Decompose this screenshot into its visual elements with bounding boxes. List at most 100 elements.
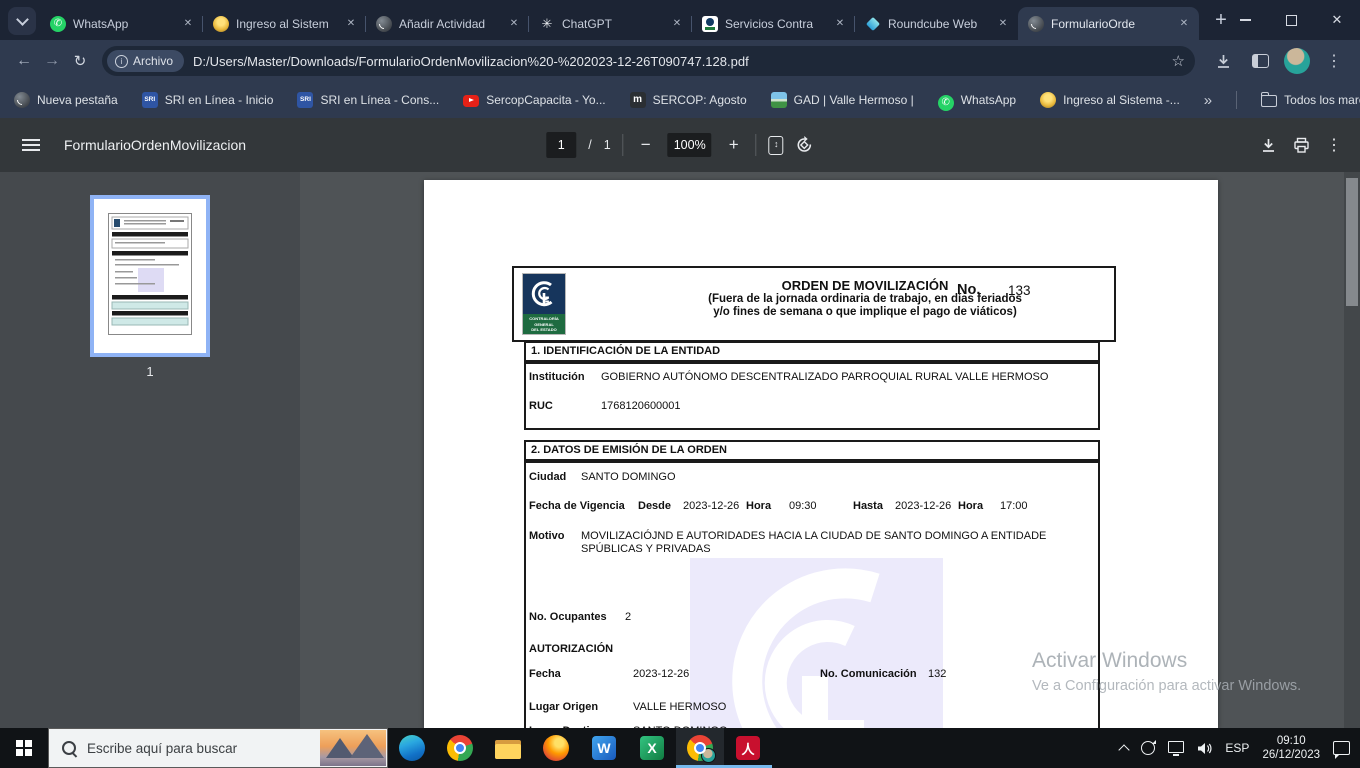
- close-icon[interactable]: ✕: [832, 16, 848, 32]
- youtube-icon: [463, 95, 480, 107]
- field-ciudad: Ciudad SANTO DOMINGO: [529, 471, 676, 483]
- restore-icon: [1285, 11, 1300, 26]
- taskbar-clock[interactable]: 09:10 26/12/2023: [1262, 734, 1320, 762]
- sri-icon: SRI: [141, 92, 158, 108]
- taskbar-edge[interactable]: [388, 728, 436, 768]
- divider: [755, 134, 757, 156]
- taskbar-chrome-active[interactable]: [676, 728, 724, 768]
- browser-menu-button[interactable]: ⋮: [1320, 47, 1348, 75]
- vertical-scrollbar[interactable]: [1344, 172, 1360, 728]
- document-title: ORDEN DE MOVILIZACIÓN: [781, 278, 949, 293]
- bookmark-gad-valle-hermoso[interactable]: GAD | Valle Hermoso |: [770, 92, 914, 108]
- sync-tray-icon[interactable]: [1141, 740, 1157, 755]
- downloads-button[interactable]: [1209, 47, 1237, 75]
- menu-icon[interactable]: [22, 139, 40, 141]
- start-button[interactable]: [0, 728, 48, 768]
- all-bookmarks-button[interactable]: Todos los marcadores: [1261, 92, 1360, 107]
- back-button[interactable]: ←: [10, 47, 38, 75]
- close-icon[interactable]: ✕: [343, 16, 359, 32]
- close-icon[interactable]: ✕: [669, 16, 685, 32]
- download-icon: [1217, 54, 1229, 68]
- document-number-label: No.: [957, 282, 981, 298]
- tab-search-button[interactable]: [8, 7, 36, 35]
- close-window-button[interactable]: ✕: [1314, 0, 1360, 40]
- address-bar[interactable]: i Archivo D:/Users/Master/Downloads/Form…: [102, 46, 1195, 76]
- reload-button[interactable]: ↻: [66, 47, 94, 75]
- search-icon: [62, 741, 76, 755]
- chrome-icon: [447, 735, 473, 761]
- profile-avatar[interactable]: [1283, 47, 1311, 75]
- tab-anadir-actividad[interactable]: Añadir Actividad ✕: [365, 7, 529, 40]
- bookmark-sri-inicio[interactable]: SRI SRI en Línea - Inicio: [141, 92, 273, 108]
- firefox-icon: [543, 735, 569, 761]
- cge-logo-text: CONTRALORÍA GENERAL DEL ESTADO: [523, 314, 565, 334]
- zoom-in-button[interactable]: +: [724, 135, 744, 155]
- bookmark-nueva-pestana[interactable]: Nueva pestaña: [14, 92, 118, 108]
- document-title-block: ORDEN DE MOVILIZACIÓN (Fuera de la jorna…: [625, 278, 1105, 319]
- forward-button[interactable]: →: [38, 47, 66, 75]
- close-icon[interactable]: ✕: [1176, 16, 1192, 32]
- taskbar-search-input[interactable]: [85, 739, 299, 757]
- network-icon[interactable]: [1168, 741, 1185, 756]
- tabs-container: ✆ WhatsApp ✕ Ingreso al Sistem ✕ Añadir …: [40, 0, 1199, 40]
- zoom-out-button[interactable]: −: [636, 135, 656, 155]
- tab-servicios[interactable]: Servicios Contra ✕: [691, 7, 855, 40]
- volume-icon[interactable]: [1197, 742, 1212, 755]
- minimize-button[interactable]: [1222, 0, 1268, 40]
- search-highlight-image[interactable]: [320, 730, 386, 766]
- taskbar-firefox[interactable]: [532, 728, 580, 768]
- landscape-image-icon: [770, 92, 787, 108]
- tab-roundcube[interactable]: Roundcube Web ✕: [854, 7, 1018, 40]
- page-thumbnail[interactable]: [90, 195, 210, 357]
- bookmark-sri-consultas[interactable]: SRI SRI en Línea - Cons...: [297, 92, 439, 108]
- page-divider: /: [588, 138, 592, 152]
- whatsapp-icon: ✆: [50, 15, 66, 32]
- close-icon[interactable]: ✕: [995, 16, 1011, 32]
- file-scheme-chip[interactable]: i Archivo: [107, 50, 185, 72]
- minimize-icon: [1239, 19, 1251, 21]
- globe-icon: [14, 92, 30, 108]
- bookmark-sercop-agosto[interactable]: m SERCOP: Agosto: [629, 92, 747, 108]
- page-number-input[interactable]: [546, 132, 577, 158]
- tab-whatsapp[interactable]: ✆ WhatsApp ✕: [40, 7, 203, 40]
- field-vigencia: Fecha de Vigencia Desde 2023-12-26 Hora …: [529, 500, 1028, 512]
- tab-ingreso-sistema[interactable]: Ingreso al Sistem ✕: [202, 7, 366, 40]
- taskbar-search[interactable]: [48, 728, 388, 768]
- taskbar-excel[interactable]: X: [628, 728, 676, 768]
- zoom-level[interactable]: 100%: [667, 133, 712, 157]
- bookmarks-overflow-button[interactable]: »: [1204, 92, 1212, 109]
- bookmark-star-icon[interactable]: ☆: [1172, 52, 1185, 70]
- profile-badge: [701, 748, 716, 763]
- scrollbar-thumb[interactable]: [1346, 178, 1358, 306]
- bookmark-whatsapp[interactable]: ✆ WhatsApp: [937, 92, 1016, 111]
- tab-formulario-active[interactable]: FormularioOrde ✕: [1018, 7, 1199, 40]
- avatar: [1284, 48, 1310, 74]
- close-icon[interactable]: ✕: [180, 16, 196, 32]
- side-panel-button[interactable]: [1246, 47, 1274, 75]
- language-indicator[interactable]: ESP: [1225, 741, 1249, 755]
- pdf-toolbar-actions: ⋮: [1260, 118, 1342, 172]
- pdf-page-controls: / 1 − 100% + ↕: [546, 118, 813, 172]
- tab-chatgpt[interactable]: ✳ ChatGPT ✕: [528, 7, 692, 40]
- acrobat-icon: 人: [736, 736, 760, 760]
- fit-to-page-icon[interactable]: ↕: [768, 135, 784, 155]
- taskbar-word[interactable]: W: [580, 728, 628, 768]
- moodle-icon: m: [629, 92, 646, 108]
- print-icon[interactable]: [1293, 137, 1310, 154]
- action-center-icon[interactable]: [1333, 741, 1350, 759]
- rotate-icon[interactable]: [796, 136, 814, 154]
- kebab-menu-icon[interactable]: ⋮: [1326, 135, 1342, 155]
- close-icon[interactable]: ✕: [506, 16, 522, 32]
- restore-button[interactable]: [1268, 0, 1314, 40]
- bookmark-sercopcapacita[interactable]: SercopCapacita - Yo...: [463, 93, 606, 107]
- bookmark-ingreso-sistema[interactable]: Ingreso al Sistema -...: [1040, 92, 1180, 108]
- taskbar-chrome[interactable]: [436, 728, 484, 768]
- excel-icon: X: [640, 736, 664, 760]
- whatsapp-icon: ✆: [937, 95, 954, 111]
- download-icon[interactable]: [1260, 137, 1277, 154]
- taskbar-acrobat[interactable]: 人: [724, 728, 772, 768]
- taskbar-file-explorer[interactable]: [484, 728, 532, 768]
- field-motivo: Motivo MOVILIZACIÓJND E AUTORIDADES HACI…: [529, 530, 1047, 555]
- tray-expand-icon[interactable]: [1118, 743, 1131, 756]
- pdf-toolbar: FormularioOrdenMovilizacion / 1 − 100% +…: [0, 118, 1360, 172]
